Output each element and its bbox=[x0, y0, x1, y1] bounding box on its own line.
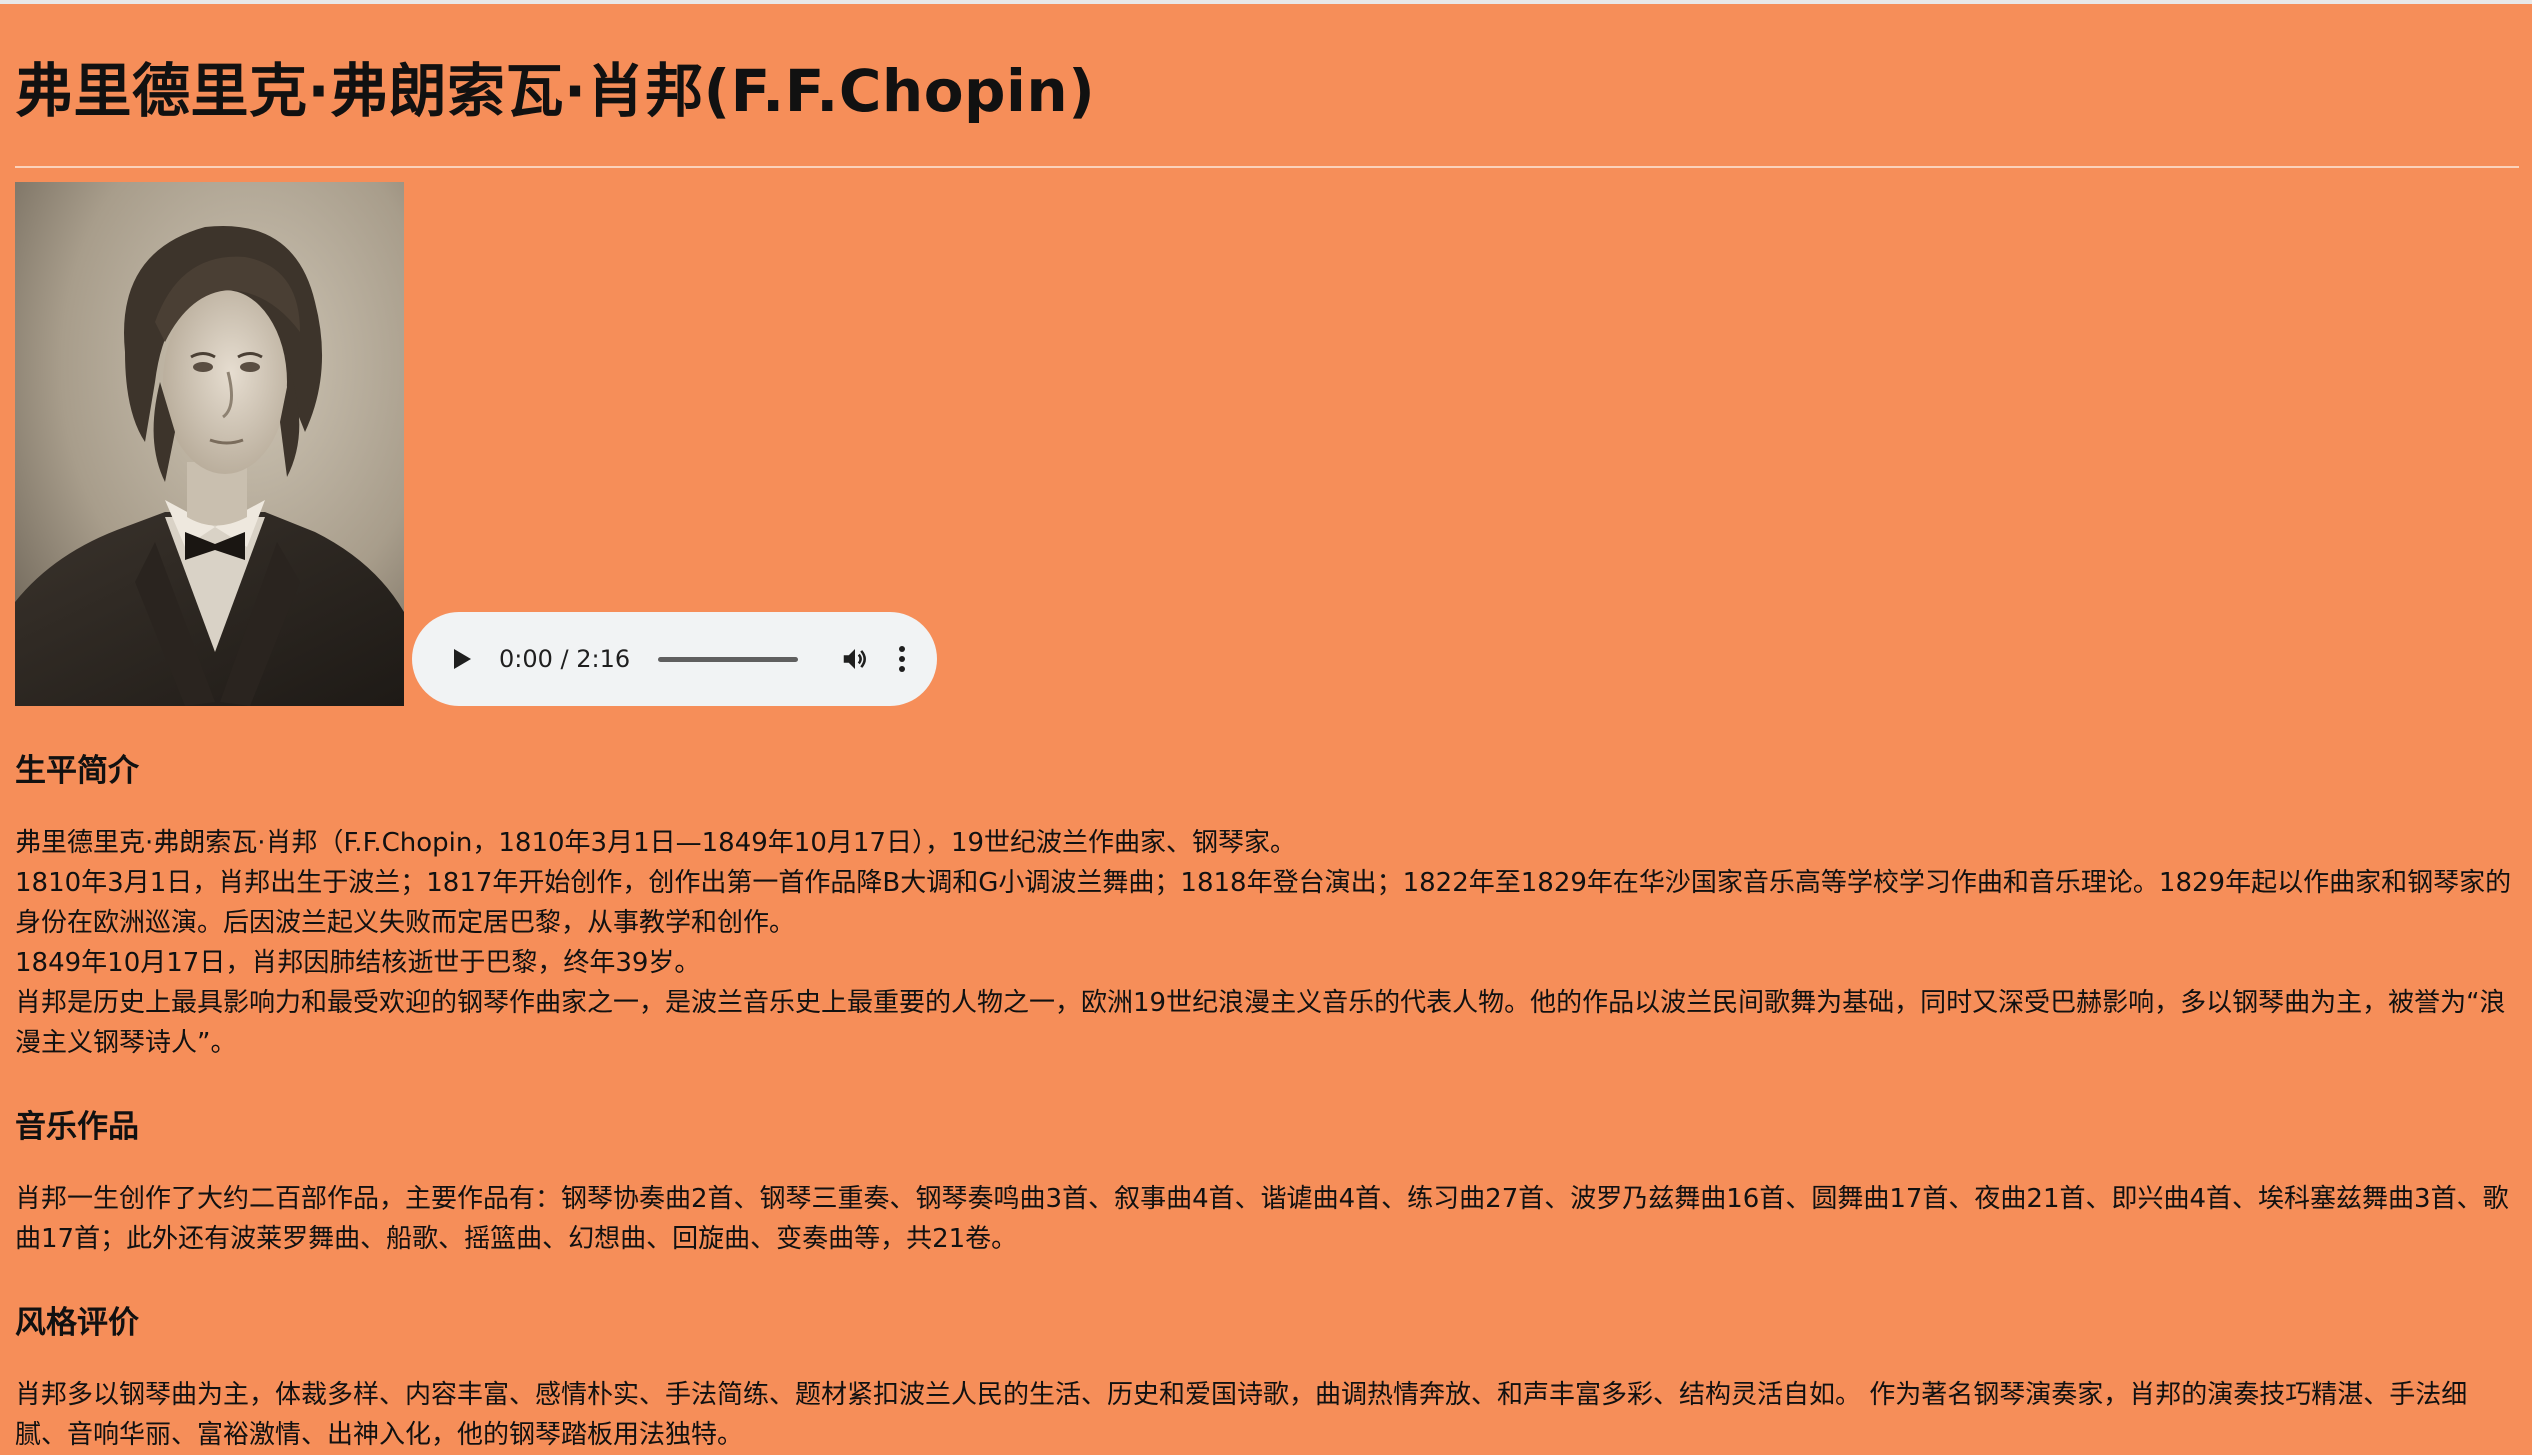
section-heading-biography: 生平简介 bbox=[15, 753, 139, 789]
biography-line: 肖邦是历史上最具影响力和最受欢迎的钢琴作曲家之一，是波兰音乐史上最重要的人物之一… bbox=[15, 988, 2506, 1058]
biography-text: 弗里德里克·弗朗索瓦·肖邦（F.F.Chopin，1810年3月1日—1849年… bbox=[15, 823, 2519, 1063]
volume-icon bbox=[843, 649, 867, 669]
audio-progress-slider[interactable] bbox=[658, 656, 799, 662]
audio-time: 0:00 / 2:16 bbox=[499, 645, 631, 673]
title-divider bbox=[15, 166, 2519, 168]
page-title: 弗里德里克·弗朗索瓦·肖邦(F.F.Chopin) bbox=[15, 57, 1096, 125]
more-options-button[interactable] bbox=[892, 642, 912, 676]
biography-line: 1810年3月1日，肖邦出生于波兰；1817年开始创作，创作出第一首作品降B大调… bbox=[15, 868, 2512, 938]
biography-line: 弗里德里克·弗朗索瓦·肖邦（F.F.Chopin，1810年3月1日—1849年… bbox=[15, 828, 1297, 858]
section-heading-works: 音乐作品 bbox=[15, 1109, 139, 1145]
media-row: 0:00 / 2:16 bbox=[15, 182, 2519, 706]
section-heading-style: 风格评价 bbox=[15, 1305, 139, 1341]
biography-line: 1849年10月17日，肖邦因肺结核逝世于巴黎，终年39岁。 bbox=[15, 948, 701, 978]
works-text: 肖邦一生创作了大约二百部作品，主要作品有：钢琴协奏曲2首、钢琴三重奏、钢琴奏鸣曲… bbox=[15, 1179, 2519, 1259]
style-line: 肖邦多以钢琴曲为主，体裁多样、内容丰富、感情朴实、手法简练、题材紧扣波兰人民的生… bbox=[15, 1380, 2468, 1450]
page-content: 弗里德里克·弗朗索瓦·肖邦(F.F.Chopin) 0:00 / 2:16 生平… bbox=[0, 4, 2532, 1455]
works-line: 肖邦一生创作了大约二百部作品，主要作品有：钢琴协奏曲2首、钢琴三重奏、钢琴奏鸣曲… bbox=[15, 1184, 2509, 1254]
play-button[interactable] bbox=[447, 644, 477, 674]
style-text: 肖邦多以钢琴曲为主，体裁多样、内容丰富、感情朴实、手法简练、题材紧扣波兰人民的生… bbox=[15, 1375, 2519, 1455]
volume-button[interactable] bbox=[838, 642, 872, 676]
play-icon bbox=[454, 649, 471, 669]
portrait-image bbox=[15, 182, 404, 706]
audio-player: 0:00 / 2:16 bbox=[412, 612, 937, 706]
more-vertical-icon bbox=[899, 646, 906, 672]
